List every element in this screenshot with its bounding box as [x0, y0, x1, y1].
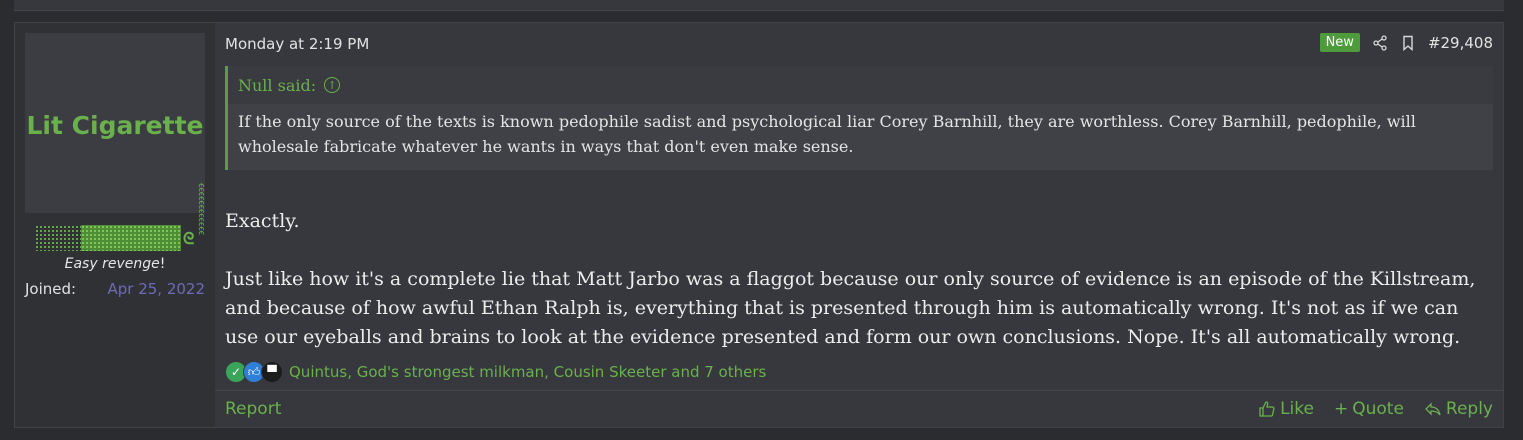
user-title-text: Easy revenge — [64, 256, 160, 272]
message-paragraph: Exactly. — [225, 210, 300, 232]
post-footer-actions: Like + Quote Reply — [1258, 399, 1493, 419]
quote-header[interactable]: Null said: ↑ — [228, 66, 1493, 104]
joined-label: Joined: — [25, 280, 77, 298]
post-header-actions: New #29,408 — [1319, 33, 1493, 52]
quote-block: Null said: ↑ If the only source of the t… — [225, 66, 1493, 170]
like-label: Like — [1280, 399, 1314, 419]
reply-icon — [1424, 402, 1441, 416]
quote-label: Quote — [1352, 399, 1404, 419]
quote-button[interactable]: + Quote — [1334, 399, 1404, 419]
user-info-panel: Lit Cigarette ꞓꞓꞓꞓꞓꞓꞓꞓꞓꞓꞓꞓ ᘓ Easy reveng… — [15, 23, 215, 427]
joined-date: Apr 25, 2022 — [107, 280, 205, 298]
message-paragraph: Just like how it's a complete lie that M… — [225, 268, 1476, 348]
user-title: Easy revenge! — [15, 256, 215, 272]
new-badge: New — [1319, 33, 1360, 52]
reaction-users[interactable]: Quintus, God's strongest milkman, Cousin… — [289, 363, 766, 381]
message-body: Exactly. Just like how it's a complete l… — [225, 207, 1483, 352]
quote-text: If the only source of the texts is known… — [238, 112, 1416, 156]
post-date[interactable]: Monday at 2:19 PM — [225, 35, 369, 53]
share-icon[interactable] — [1372, 34, 1388, 51]
post-main: Monday at 2:19 PM New #29,408 Null said:… — [215, 23, 1503, 427]
report-link[interactable]: Report — [225, 399, 281, 419]
banner-dots — [35, 225, 81, 251]
user-title-bang: ! — [159, 256, 166, 272]
joined-row: Joined: Apr 25, 2022 — [25, 280, 205, 298]
top-hat-reaction-icon: ▀ — [261, 361, 283, 383]
plus-icon: + — [1333, 399, 1349, 419]
post-footer: Report Like + Quote Reply — [215, 390, 1503, 427]
avatar-text: Lit Cigarette — [26, 111, 204, 140]
banner-bar — [81, 225, 181, 251]
quote-author: Null said: — [238, 75, 317, 95]
bookmark-icon[interactable] — [1400, 35, 1416, 51]
forum-post: Lit Cigarette ꞓꞓꞓꞓꞓꞓꞓꞓꞓꞓꞓꞓ ᘓ Easy reveng… — [14, 22, 1504, 428]
post-number[interactable]: #29,408 — [1428, 34, 1493, 52]
previous-post-edge — [14, 0, 1504, 11]
like-button[interactable]: Like — [1258, 399, 1314, 419]
thumbs-up-icon — [1259, 401, 1275, 417]
snake-head-icon: ᘓ — [183, 229, 195, 248]
arrow-up-circle-icon[interactable]: ↑ — [324, 77, 341, 93]
reply-button[interactable]: Reply — [1424, 399, 1493, 419]
reply-label: Reply — [1445, 399, 1493, 419]
user-banner: ᘓ — [35, 225, 205, 251]
avatar[interactable]: Lit Cigarette ꞓꞓꞓꞓꞓꞓꞓꞓꞓꞓꞓꞓ — [25, 33, 206, 235]
reactions-bar[interactable]: ✓ 👍︎ ▀ Quintus, God's strongest milkman,… — [225, 361, 766, 383]
